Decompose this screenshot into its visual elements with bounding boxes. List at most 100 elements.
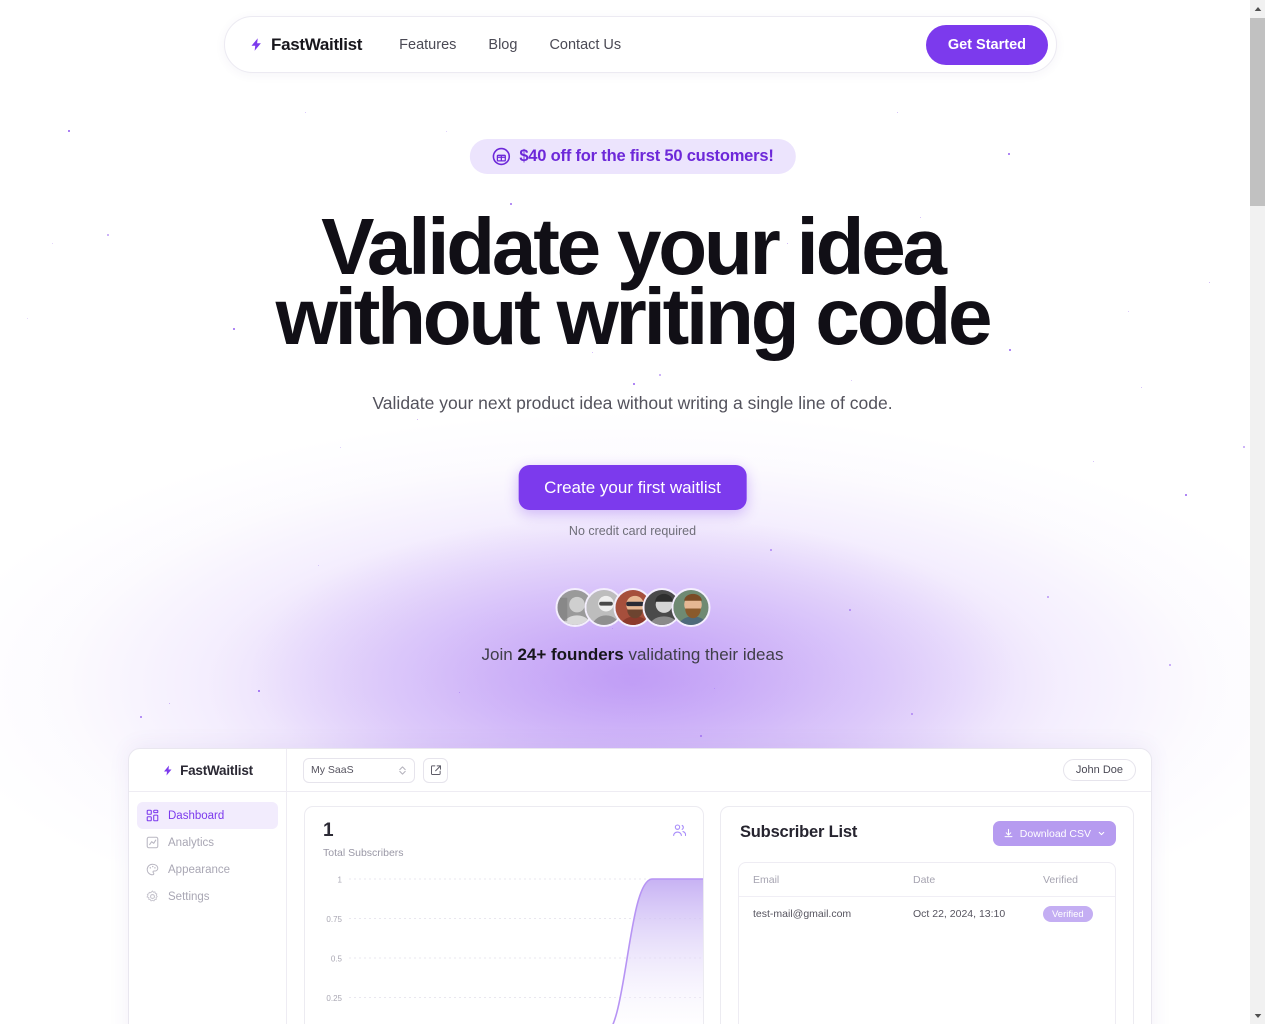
star-dot xyxy=(1169,664,1171,666)
column-header-date: Date xyxy=(913,873,936,886)
star-dot xyxy=(911,713,913,715)
star-dot xyxy=(1141,387,1143,389)
dashboard-sidebar: Dashboard Analytics Appearance Settings xyxy=(129,792,287,1024)
star-dot xyxy=(459,692,461,694)
external-link-icon xyxy=(430,765,441,775)
star-dot xyxy=(68,130,71,133)
scroll-up-button[interactable] xyxy=(1250,0,1265,17)
nav-link-contact-us[interactable]: Contact Us xyxy=(549,37,621,53)
table-row[interactable]: test-mail@gmail.com Oct 22, 2024, 13:10 … xyxy=(739,897,1115,931)
dashboard-preview: FastWaitlist My SaaS John Doe Dashboard … xyxy=(128,748,1152,1024)
nav-links: Features Blog Contact Us xyxy=(399,37,621,53)
star-dot xyxy=(1185,494,1187,496)
star-dot xyxy=(318,565,320,567)
download-csv-label: Download CSV xyxy=(1019,827,1091,840)
create-first-waitlist-button[interactable]: Create your first waitlist xyxy=(518,465,747,510)
avatar xyxy=(671,588,710,627)
project-select[interactable]: My SaaS xyxy=(303,757,415,783)
subscriber-list-title: Subscriber List xyxy=(740,823,858,841)
star-dot xyxy=(1209,282,1211,284)
nav-link-features[interactable]: Features xyxy=(399,37,456,53)
gear-icon xyxy=(146,890,158,902)
star-dot xyxy=(417,419,419,421)
star-dot xyxy=(52,243,54,245)
open-external-button[interactable] xyxy=(423,757,448,783)
promo-badge-text: $40 off for the first 50 customers! xyxy=(519,147,774,165)
star-dot xyxy=(1243,446,1245,448)
chart-ytick-label: 0.5 xyxy=(331,955,343,964)
gift-icon xyxy=(492,147,510,166)
navbar-inner: FastWaitlist Features Blog Contact Us Ge… xyxy=(224,16,1057,73)
subscribers-area-chart: 00.250.50.751Oct 16Oct 17Oct 18Oct 19Oct… xyxy=(305,869,703,1024)
scroll-up-arrow-icon xyxy=(1254,6,1261,11)
total-subscribers-card: 1 Total Subscribers 00.250.50.751Oct 16O… xyxy=(304,806,704,1024)
star-dot xyxy=(897,112,899,114)
column-header-verified: Verified xyxy=(1043,873,1079,886)
chart-ytick-label: 0.75 xyxy=(326,915,342,924)
chart-area-fill xyxy=(612,879,703,1024)
scroll-down-button[interactable] xyxy=(1250,1007,1265,1024)
user-menu-button[interactable]: John Doe xyxy=(1062,759,1136,781)
page-root: FastWaitlist Features Blog Contact Us Ge… xyxy=(0,0,1265,1024)
star-dot xyxy=(340,447,342,449)
chart-ytick-label: 1 xyxy=(338,876,343,885)
status-badge: Verified xyxy=(1043,906,1093,922)
sidebar-item-settings[interactable]: Settings xyxy=(137,883,278,910)
sidebar-item-label: Settings xyxy=(168,890,210,903)
users-icon-wrap xyxy=(672,823,687,843)
grid-icon xyxy=(146,809,159,822)
page-title: Validate your idea without writing code xyxy=(83,206,1183,362)
download-csv-button[interactable]: Download CSV xyxy=(992,821,1116,846)
star-dot xyxy=(851,380,853,382)
star-dot xyxy=(714,688,716,690)
star-dot xyxy=(1008,153,1010,155)
download-icon xyxy=(1004,828,1013,838)
cell-date: Oct 22, 2024, 13:10 xyxy=(913,908,1006,920)
chevron-down-icon xyxy=(1098,831,1105,836)
no-credit-card-note: No credit card required xyxy=(568,524,697,538)
social-proof-text: Join 24+ founders validating their ideas xyxy=(482,645,784,665)
sidebar-item-analytics[interactable]: Analytics xyxy=(137,829,278,856)
lightning-bolt-icon xyxy=(251,38,261,51)
sidebar-item-dashboard[interactable]: Dashboard xyxy=(137,802,278,829)
dashboard-brand-name: FastWaitlist xyxy=(180,762,253,778)
get-started-button[interactable]: Get Started xyxy=(925,24,1048,65)
scrollbar-thumb[interactable] xyxy=(1250,18,1265,206)
star-dot xyxy=(446,131,448,133)
subscriber-table: Email Date Verified test-mail@gmail.com … xyxy=(738,862,1116,1024)
star-dot xyxy=(169,703,171,705)
navbar: FastWaitlist Features Blog Contact Us Ge… xyxy=(224,16,1057,73)
chevron-up-down-icon xyxy=(399,765,406,775)
star-dot xyxy=(1093,461,1095,463)
palette-icon xyxy=(146,863,159,876)
total-subscribers-label: Total Subscribers xyxy=(323,847,404,859)
nav-link-blog[interactable]: Blog xyxy=(488,37,517,53)
star-dot xyxy=(27,318,28,319)
star-dot xyxy=(305,112,307,114)
social-proof-count: 24+ founders xyxy=(517,645,624,664)
subscriber-list-card: Subscriber List Download CSV Email Date … xyxy=(720,806,1134,1024)
chart-svg: 00.250.50.751Oct 16Oct 17Oct 18Oct 19Oct… xyxy=(326,876,703,1024)
founder-avatars xyxy=(555,588,710,627)
brand-logo[interactable]: FastWaitlist xyxy=(249,35,362,55)
star-dot xyxy=(770,549,772,551)
chart-icon xyxy=(146,836,159,849)
dashboard-brand[interactable]: FastWaitlist xyxy=(129,749,287,791)
star-dot xyxy=(258,690,260,692)
dashboard-body: Dashboard Analytics Appearance Settings … xyxy=(129,792,1151,1024)
star-dot xyxy=(633,383,635,385)
promo-badge[interactable]: $40 off for the first 50 customers! xyxy=(469,139,796,174)
chart-ytick-label: 0.25 xyxy=(326,994,342,1003)
sidebar-item-appearance[interactable]: Appearance xyxy=(137,856,278,883)
star-dot xyxy=(612,628,614,630)
hero-subheadline: Validate your next product idea without … xyxy=(372,393,893,413)
brand-name: FastWaitlist xyxy=(271,34,363,54)
scroll-down-arrow-icon xyxy=(1254,1013,1261,1018)
star-dot xyxy=(659,374,661,376)
page-scrollbar[interactable] xyxy=(1250,0,1265,1024)
headline-line-2: without writing code xyxy=(275,272,993,362)
dashboard-main: 1 Total Subscribers 00.250.50.751Oct 16O… xyxy=(287,792,1151,1024)
cell-email: test-mail@gmail.com xyxy=(753,908,852,920)
column-header-email: Email xyxy=(753,873,780,886)
project-select-value: My SaaS xyxy=(311,764,354,776)
